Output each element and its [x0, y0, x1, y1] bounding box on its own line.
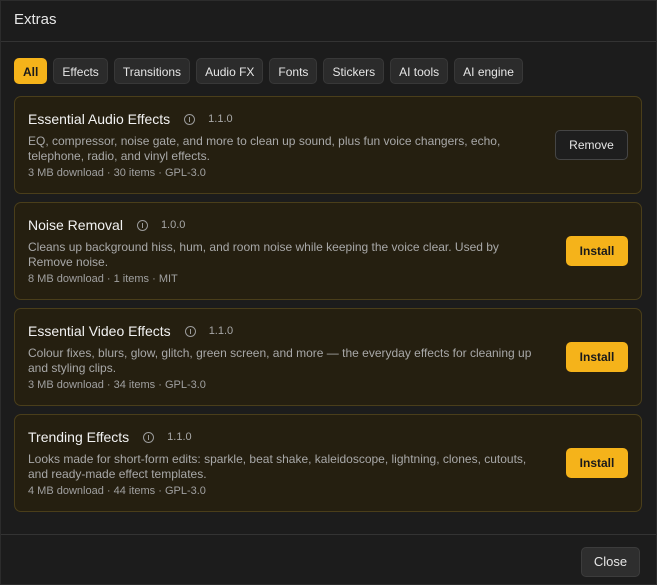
- extra-version: 1.1.0: [167, 431, 192, 443]
- extra-card: Essential Video Effects 1.1.0 Colour fix…: [14, 308, 642, 406]
- info-icon[interactable]: [184, 325, 196, 337]
- extra-description: Colour fixes, blurs, glow, glitch, green…: [28, 346, 532, 375]
- extra-version: 1.0.0: [160, 219, 186, 231]
- dialog-header: Extras: [1, 1, 656, 42]
- info-icon[interactable]: [143, 431, 155, 443]
- install-button[interactable]: Install: [566, 236, 628, 266]
- extras-dialog: Extras All Effects Transitions Audio FX …: [0, 0, 657, 585]
- filter-chip-all[interactable]: All: [14, 58, 48, 84]
- extra-card: Trending Effects 1.1.0 Looks made for sh…: [14, 414, 642, 512]
- extra-meta: 8 MB download · 1 items · MIT: [28, 273, 178, 285]
- extra-name: Essential Audio Effects: [28, 111, 171, 127]
- install-button[interactable]: Install: [566, 448, 628, 478]
- info-icon[interactable]: [136, 219, 148, 231]
- extra-card: Essential Audio Effects 1.1.0 EQ, compre…: [14, 96, 642, 194]
- filter-chip-fonts[interactable]: Fonts: [269, 58, 318, 84]
- filter-chip-ai-engine[interactable]: AI engine: [454, 58, 523, 84]
- extra-name: Essential Video Effects: [28, 323, 171, 339]
- extra-meta: 3 MB download · 34 items · GPL-3.0: [28, 379, 206, 391]
- filter-chips: All Effects Transitions Audio FX Fonts S…: [14, 58, 523, 84]
- extra-description: Looks made for short-form edits: sparkle…: [28, 452, 527, 481]
- extra-description: EQ, compressor, noise gate, and more to …: [28, 134, 501, 163]
- extra-name: Trending Effects: [28, 429, 130, 445]
- install-button[interactable]: Install: [566, 342, 628, 372]
- filter-chip-effects[interactable]: Effects: [53, 58, 108, 84]
- extra-meta: 4 MB download · 44 items · GPL-3.0: [28, 485, 206, 497]
- extra-meta: 3 MB download · 30 items · GPL-3.0: [28, 167, 206, 179]
- filter-chip-stickers[interactable]: Stickers: [323, 58, 385, 84]
- filter-chip-ai-tools[interactable]: AI tools: [390, 58, 449, 84]
- filter-chip-transitions[interactable]: Transitions: [113, 58, 191, 84]
- extra-version: 1.1.0: [208, 325, 234, 337]
- dialog-footer: Close: [1, 534, 656, 585]
- extra-name: Noise Removal: [28, 217, 123, 233]
- dialog-title: Extras: [14, 11, 57, 28]
- extra-card: Noise Removal 1.0.0 Cleans up background…: [14, 202, 642, 300]
- extra-description: Cleans up background hiss, hum, and room…: [28, 240, 499, 269]
- info-icon[interactable]: [184, 113, 196, 125]
- extras-list: Essential Audio Effects 1.1.0 EQ, compre…: [14, 96, 642, 520]
- extra-version: 1.1.0: [208, 113, 233, 125]
- filter-chip-audio-fx[interactable]: Audio FX: [196, 58, 264, 84]
- close-button[interactable]: Close: [581, 547, 640, 577]
- remove-button[interactable]: Remove: [555, 130, 628, 160]
